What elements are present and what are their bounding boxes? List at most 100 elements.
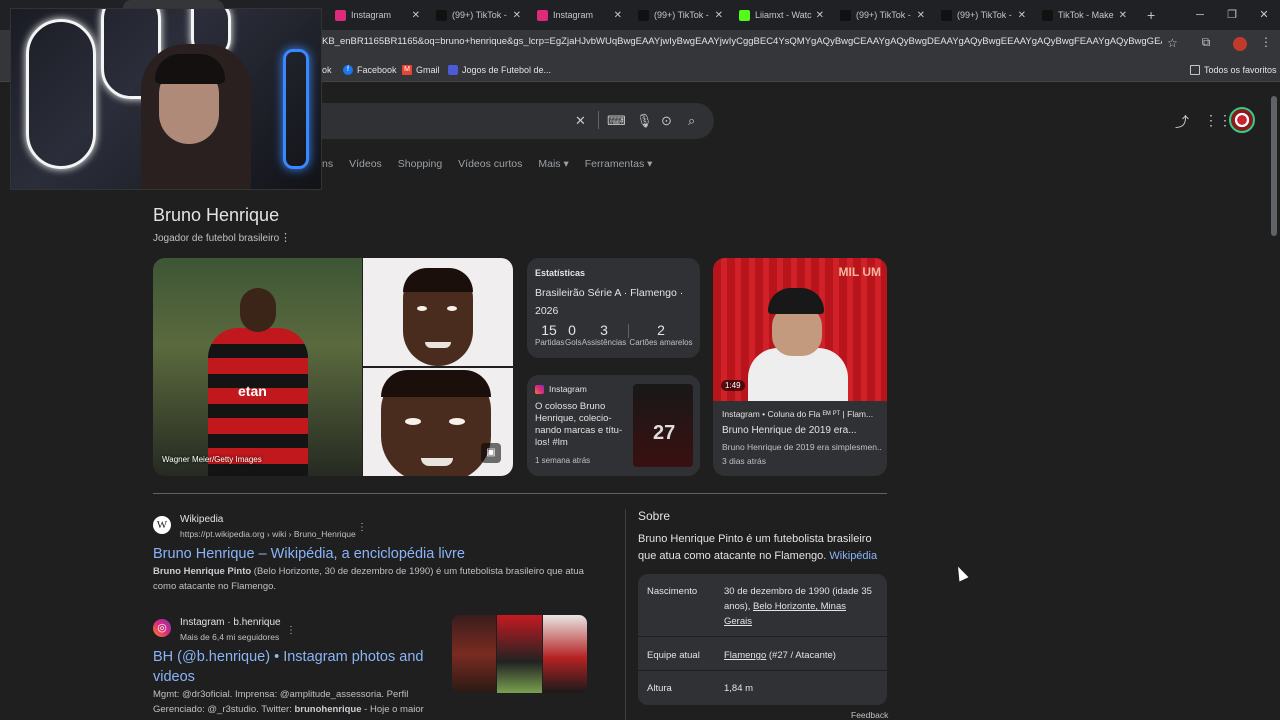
- fact-value: Flamengo (#27 / Atacante): [724, 648, 874, 663]
- result-options-icon[interactable]: ⋮: [357, 522, 367, 533]
- about-text: Bruno Henrique Pinto é um futebolista br…: [638, 531, 888, 565]
- profile-icon[interactable]: [1233, 37, 1247, 51]
- result-url[interactable]: https://pt.wikipedia.org › wiki › Bruno_…: [180, 529, 356, 539]
- tab-close-icon[interactable]: ✕: [816, 10, 824, 21]
- bookmark-gmail[interactable]: M Gmail: [402, 65, 440, 75]
- fact-label: Nascimento: [647, 586, 698, 597]
- browser-tab[interactable]: TikTok - Make ✕: [1032, 0, 1133, 30]
- stats-card[interactable]: Estatísticas Brasileirão Série A · Flame…: [527, 258, 700, 358]
- clear-icon[interactable]: ✕: [575, 113, 586, 129]
- extensions-icon[interactable]: ⧉: [1198, 35, 1214, 51]
- scrollbar-thumb[interactable]: [1271, 96, 1277, 236]
- tab-favicon-icon: [840, 9, 851, 21]
- fact-link[interactable]: Flamengo: [724, 650, 766, 661]
- tab-favicon-icon: [335, 9, 346, 21]
- browser-tab[interactable]: Liiamxt - Watc ✕: [729, 0, 830, 30]
- search-divider: [598, 111, 599, 129]
- account-avatar[interactable]: [1229, 107, 1255, 133]
- lens-icon[interactable]: ⊙: [661, 113, 672, 129]
- menu-icon[interactable]: ⋮: [1258, 35, 1274, 51]
- more-options-icon[interactable]: ⋮: [280, 231, 291, 244]
- keyboard-icon[interactable]: ⌨: [607, 113, 626, 129]
- tab-favicon-icon: [436, 9, 447, 21]
- tab-title: TikTok - Make: [1058, 10, 1114, 20]
- video-description: Bruno Henrique de 2019 era simplesmen...: [722, 442, 882, 452]
- about-heading: Sobre: [638, 509, 671, 523]
- browser-tab[interactable]: Instagram ✕: [527, 0, 628, 30]
- face: [381, 370, 491, 476]
- instagram-thumbnails[interactable]: [452, 615, 587, 693]
- apps-icon[interactable]: ⋮⋮: [1204, 112, 1232, 129]
- stat-label: Cartões amarelos: [629, 338, 693, 347]
- new-tab-button[interactable]: +: [1147, 7, 1155, 23]
- url-field[interactable]: KB_enBR1165BR1165&oq=bruno+henrique&gs_l…: [322, 36, 1162, 47]
- tab-close-icon[interactable]: ✕: [412, 10, 420, 21]
- face: [403, 268, 473, 366]
- gallery-icon[interactable]: ▣: [481, 443, 501, 463]
- main-photo[interactable]: etan: [153, 258, 362, 476]
- tab-short-videos[interactable]: Vídeos curtos: [458, 158, 522, 170]
- tab-close-icon[interactable]: ✕: [614, 10, 622, 21]
- tab-tools[interactable]: Ferramentas ▾: [585, 158, 653, 170]
- browser-tab[interactable]: (99+) TikTok - M ✕: [426, 0, 527, 30]
- stat-value: 3: [600, 322, 608, 338]
- bookmark-item[interactable]: ok: [322, 65, 332, 75]
- bookmark-jogos[interactable]: Jogos de Futebol de...: [448, 65, 551, 75]
- tab-title: Instagram: [351, 10, 392, 20]
- post-text: O colosso Bruno Henrique, colecio-nando …: [535, 401, 623, 448]
- tab-more[interactable]: Mais ▾: [538, 158, 568, 170]
- browser-tab[interactable]: (99+) TikTok - M ✕: [830, 0, 931, 30]
- tab-close-icon[interactable]: ✕: [715, 10, 723, 21]
- browser-tab[interactable]: (99+) TikTok - M ✕: [931, 0, 1032, 30]
- stat-label: Gols: [565, 338, 582, 347]
- feedback-link[interactable]: Feedback: [851, 710, 888, 720]
- image-credit: Wagner Meier/Getty Images: [162, 455, 262, 464]
- video-source: Instagram • Coluna do Fla ᴱᴹ ᴾᵀ | Flam..…: [722, 409, 874, 419]
- player-figure: etan: [208, 288, 308, 476]
- tab-shopping[interactable]: Shopping: [398, 158, 442, 170]
- blue-light: [283, 49, 309, 169]
- minimize-icon[interactable]: ─: [1184, 0, 1216, 30]
- search-icon[interactable]: ⌕: [688, 113, 695, 129]
- stat-value: 15: [541, 322, 557, 338]
- tab-close-icon[interactable]: ✕: [917, 10, 925, 21]
- close-window-icon[interactable]: ✕: [1248, 0, 1280, 30]
- share-icon[interactable]: ⤴: [1175, 112, 1189, 132]
- about-source-link[interactable]: Wikipédia: [829, 550, 877, 562]
- portrait-photo[interactable]: [363, 258, 513, 366]
- tab-close-icon[interactable]: ✕: [513, 10, 521, 21]
- tab-close-icon[interactable]: ✕: [1119, 10, 1127, 21]
- stat-value: 2: [657, 322, 665, 338]
- mouse-cursor: [953, 564, 969, 582]
- browser-tab[interactable]: (99+) TikTok - M ✕: [628, 0, 729, 30]
- tab-close-icon[interactable]: ✕: [1018, 10, 1026, 21]
- bookmark-label: Gmail: [416, 65, 440, 75]
- result-snippet: Bruno Henrique Pinto (Belo Horizonte, 30…: [153, 564, 593, 594]
- result-title-link[interactable]: BH (@b.henrique) • Instagram photos and v…: [153, 647, 423, 687]
- search-input[interactable]: [322, 103, 714, 139]
- all-bookmarks[interactable]: Todos os favoritos: [1190, 65, 1277, 75]
- video-card[interactable]: MIL UM 1:49 Instagram • Coluna do Fla ᴱᴹ…: [713, 258, 887, 476]
- result-title-link[interactable]: Bruno Henrique – Wikipédia, a enciclopéd…: [153, 544, 465, 564]
- wikipedia-icon: W: [153, 516, 171, 534]
- tab-partial[interactable]: ns: [322, 158, 333, 170]
- tab-title: (99+) TikTok - M: [957, 10, 1014, 20]
- stat-label: Assistências: [581, 338, 627, 347]
- thumbnail: [497, 615, 542, 693]
- video-thumbnail: MIL UM 1:49: [713, 258, 887, 401]
- result-options-icon[interactable]: ⋮: [286, 625, 296, 636]
- microphone-icon[interactable]: 🎙: [636, 113, 653, 129]
- tab-videos[interactable]: Vídeos: [349, 158, 382, 170]
- thumbnail: [452, 615, 497, 693]
- star-icon[interactable]: ☆: [1167, 36, 1178, 50]
- bookmark-label: Facebook: [357, 65, 397, 75]
- tab-title: Instagram: [553, 10, 594, 20]
- stat-goals: 0 Gols: [565, 322, 582, 347]
- bookmark-facebook[interactable]: f Facebook: [343, 65, 397, 75]
- restore-icon[interactable]: ❐: [1216, 0, 1248, 30]
- tab-favicon-icon: [739, 9, 750, 21]
- channel-logo: MIL UM: [838, 265, 881, 279]
- instagram-post-card[interactable]: Instagram O colosso Bruno Henrique, cole…: [527, 375, 700, 476]
- fact-text: (#27 / Atacante): [766, 650, 836, 661]
- browser-tab[interactable]: Instagram ✕: [325, 0, 426, 30]
